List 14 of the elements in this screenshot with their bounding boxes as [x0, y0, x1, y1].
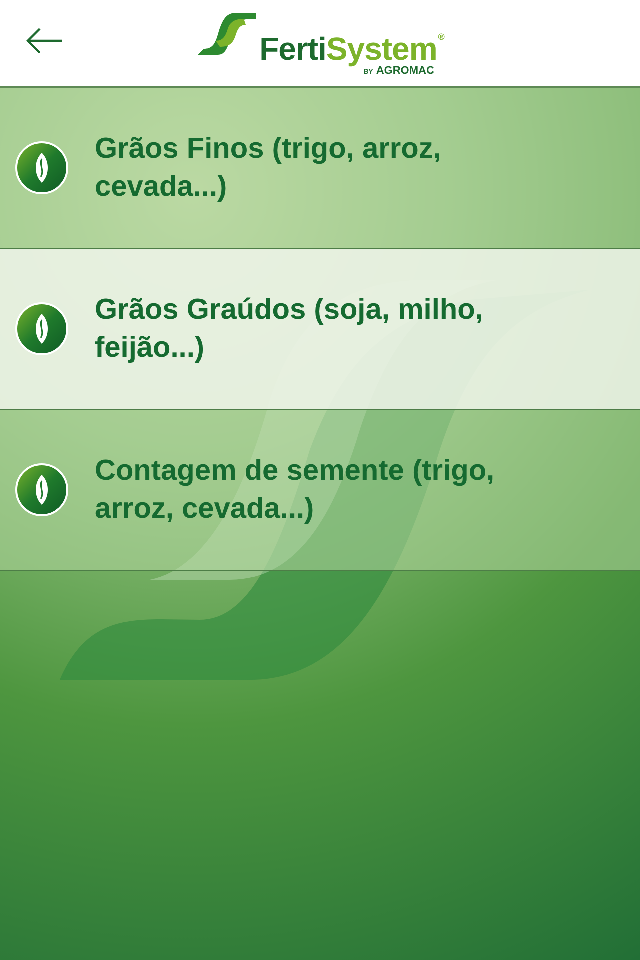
seed-icon [15, 463, 69, 517]
category-label: Contagem de semente (trigo, arroz, cevada...) [95, 454, 496, 527]
seed-icon [15, 302, 69, 356]
category-label: Grãos Finos (trigo, arroz, cevada...) [95, 132, 442, 205]
seed-icon [15, 141, 69, 195]
logo-brand-text: AGROMAC [376, 65, 434, 77]
category-item[interactable]: Contagem de semente (trigo, arroz, cevada...) [0, 410, 640, 571]
category-item[interactable]: Grãos Graúdos (soja, milho, feijão...) [0, 249, 640, 410]
logo-text: System [326, 33, 438, 65]
logo-text: Ferti [260, 33, 326, 65]
registered-mark: ® [438, 33, 444, 42]
category-label: Grãos Graúdos (soja, milho, feijão...) [95, 293, 484, 366]
category-item[interactable]: Grãos Finos (trigo, arroz, cevada...) [0, 88, 640, 249]
back-button[interactable] [24, 26, 64, 56]
